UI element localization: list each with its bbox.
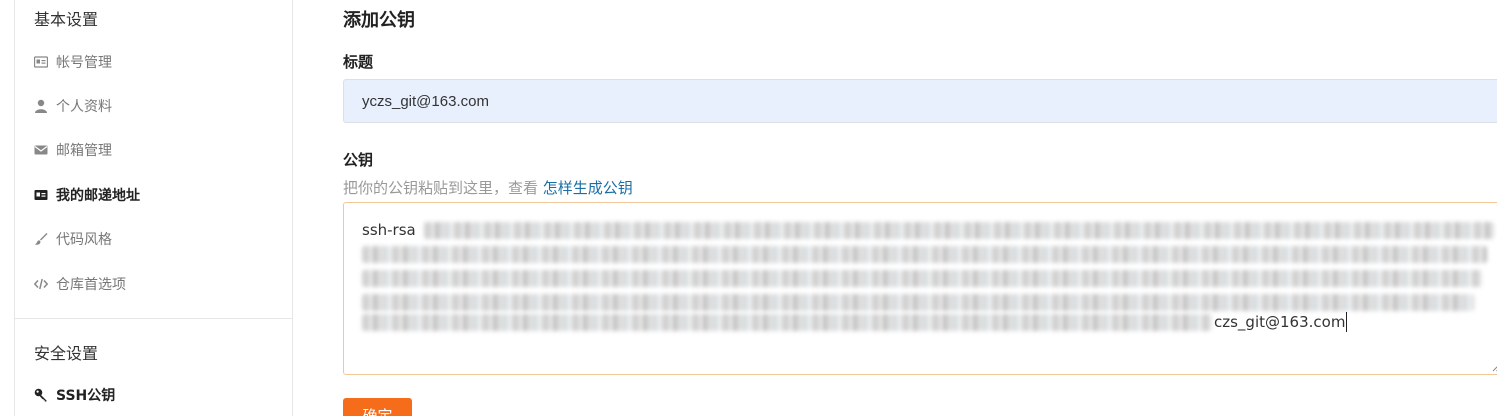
address-card-icon [34, 188, 48, 202]
key-line: ssh-rsa [362, 220, 1494, 240]
sidebar-item-email[interactable]: 邮箱管理 [34, 139, 112, 161]
sidebar-item-label: 我的邮递地址 [56, 188, 140, 204]
add-key-form: 添加公钥 标题 公钥 把你的公钥粘贴到这里，查看 怎样生成公钥 ssh-rsa … [343, 0, 1497, 416]
title-label: 标题 [343, 53, 374, 71]
sidebar-item-profile[interactable]: 个人资料 [34, 95, 112, 117]
key-line [362, 292, 1487, 312]
redacted-key-content [362, 294, 1474, 311]
code-icon [34, 277, 48, 291]
sidebar-item-label: 仓库首选项 [56, 277, 126, 293]
sidebar-item-mailing-address[interactable]: 我的邮递地址 [34, 184, 140, 206]
envelope-icon [34, 143, 48, 157]
public-key-hint: 把你的公钥粘贴到这里，查看 怎样生成公钥 [343, 177, 633, 198]
public-key-textarea[interactable]: ssh-rsa czs_git@163.com [343, 202, 1497, 375]
confirm-button[interactable]: 确定 [343, 398, 412, 416]
key-line [362, 244, 1487, 264]
sidebar-item-label: 代码风格 [56, 232, 112, 248]
redacted-key-content [362, 270, 1482, 287]
key-icon [34, 388, 48, 402]
user-icon [34, 99, 48, 113]
sidebar-item-code-style[interactable]: 代码风格 [34, 228, 112, 250]
sidebar-item-account[interactable]: 帐号管理 [34, 51, 112, 73]
how-to-generate-key-link[interactable]: 怎样生成公钥 [543, 179, 633, 197]
security-settings-header: 安全设置 [34, 344, 99, 363]
title-input[interactable] [343, 79, 1497, 123]
key-prefix: ssh-rsa [362, 221, 416, 239]
hint-text: 把你的公钥粘贴到这里，查看 [343, 179, 543, 197]
sidebar-item-repo-preferences[interactable]: 仓库首选项 [34, 273, 126, 295]
sidebar-item-label: 邮箱管理 [56, 143, 112, 159]
sidebar-item-ssh-keys[interactable]: SSH公钥 [34, 384, 115, 406]
sidebar-divider [15, 318, 292, 319]
settings-sidebar: 基本设置 帐号管理 个人资料 邮箱管理 我的邮递地址 代码风格 仓库首选项 安全… [14, 0, 293, 416]
key-line: czs_git@163.com [362, 312, 1487, 332]
redacted-key-content [362, 246, 1487, 263]
basic-settings-header: 基本设置 [34, 10, 99, 29]
redacted-key-content [362, 314, 1212, 331]
key-suffix: czs_git@163.com [1214, 313, 1346, 331]
page-title: 添加公钥 [343, 10, 415, 31]
public-key-label: 公钥 [343, 151, 374, 169]
resize-handle-icon[interactable] [1490, 362, 1497, 372]
id-card-icon [34, 55, 48, 69]
key-line [362, 268, 1487, 288]
redacted-key-content [424, 222, 1494, 239]
sidebar-item-label: 帐号管理 [56, 55, 112, 71]
text-caret [1346, 312, 1348, 332]
sidebar-item-label: SSH公钥 [56, 388, 116, 404]
paint-brush-icon [34, 232, 48, 246]
sidebar-item-label: 个人资料 [56, 99, 112, 115]
key-suffix-wrap: czs_git@163.com [1214, 312, 1348, 332]
